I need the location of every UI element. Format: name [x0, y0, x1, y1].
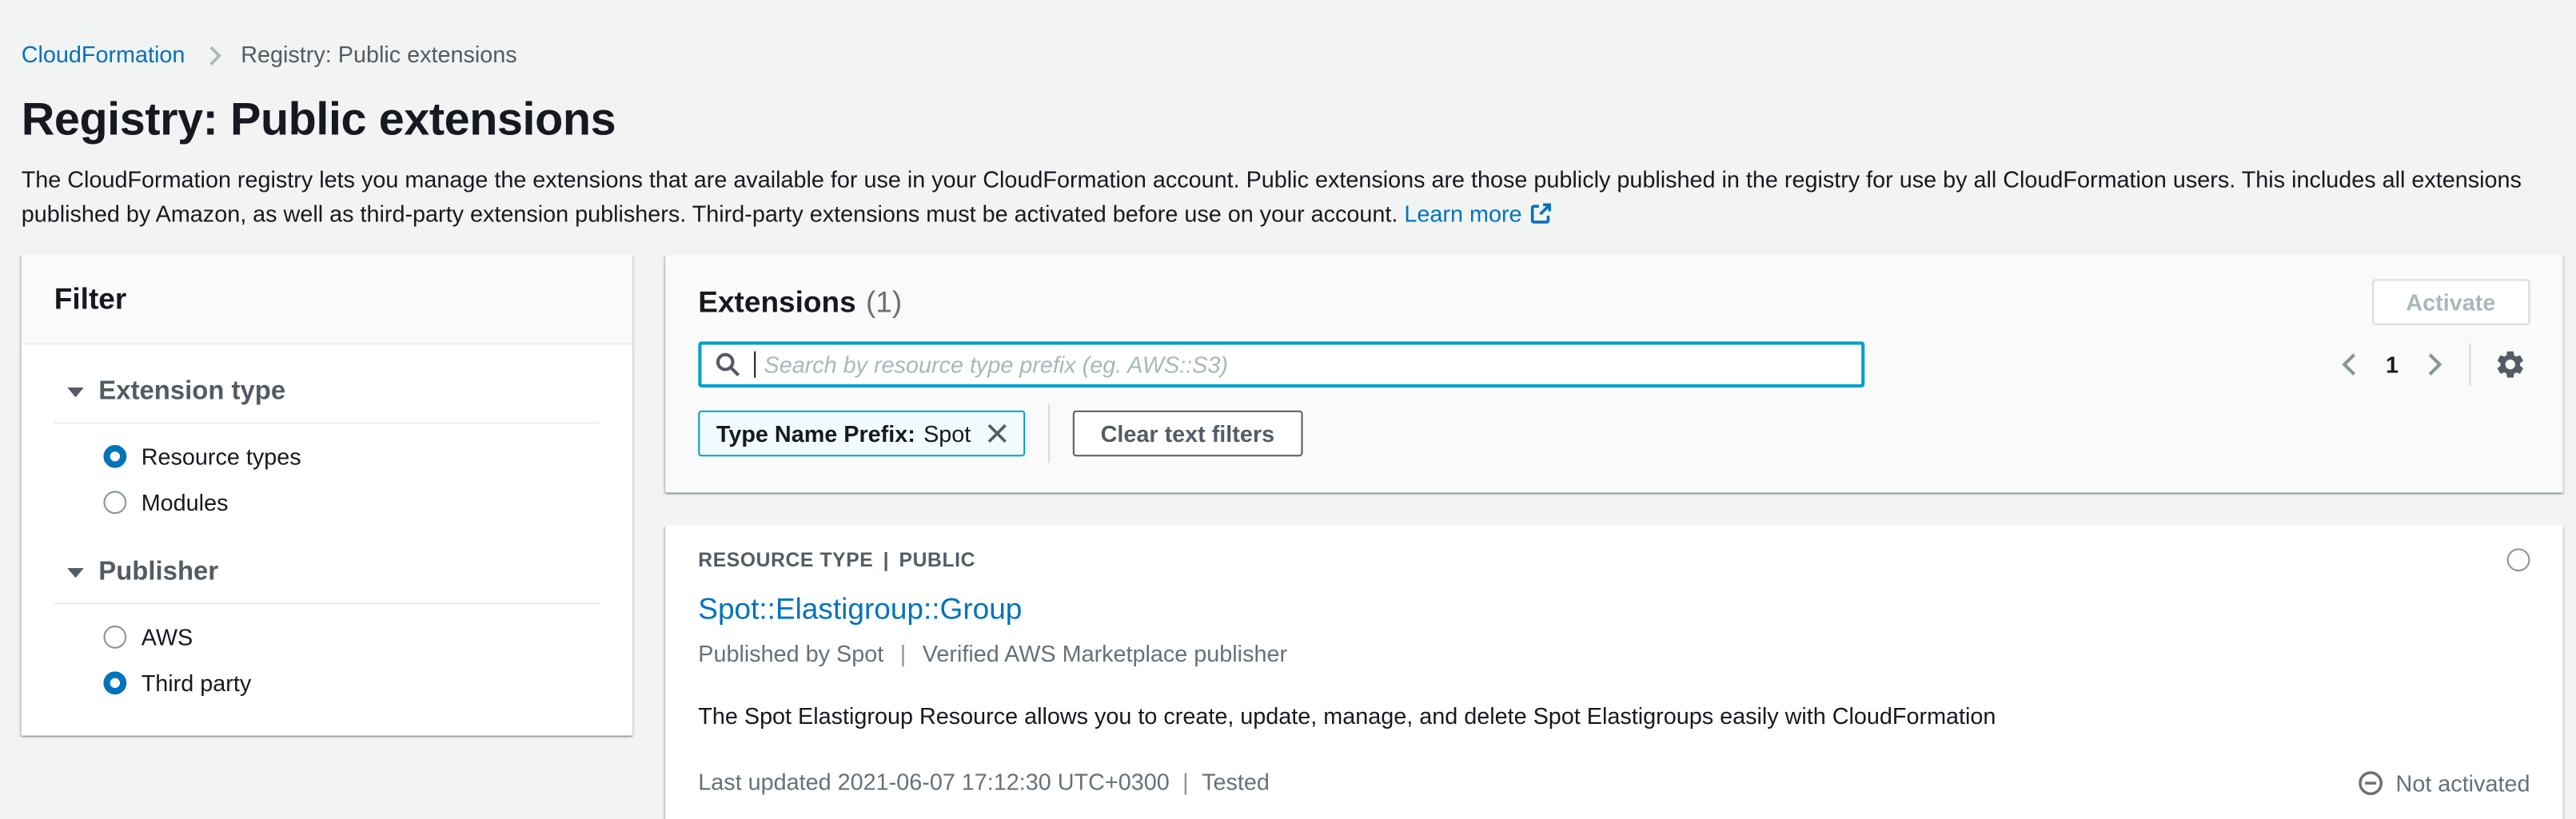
activate-button[interactable]: Activate — [2371, 279, 2530, 325]
tested-label: Tested — [1202, 769, 1270, 795]
clear-text-filters-button[interactable]: Clear text filters — [1073, 411, 1302, 457]
pagination-prev-button[interactable] — [2335, 348, 2367, 381]
divider — [2469, 343, 2470, 385]
extension-description: The Spot Elastigroup Resource allows you… — [698, 699, 2530, 732]
filter-section-publisher: Publisher AWS Third party — [54, 557, 600, 697]
learn-more-link[interactable]: Learn more — [1404, 201, 1553, 227]
separator: | — [1182, 769, 1188, 795]
breadcrumb: CloudFormation Registry: Public extensio… — [0, 0, 2576, 70]
page-title: Registry: Public extensions — [0, 92, 2576, 148]
pagination-current-page: 1 — [2386, 352, 2399, 378]
filter-section-label: Extension type — [98, 376, 285, 409]
filter-chip-value: Spot — [923, 420, 971, 447]
extension-card: RESOURCE TYPE|PUBLIC Spot::Elastigroup::… — [665, 526, 2562, 819]
extension-title-link[interactable]: Spot::Elastigroup::Group — [698, 591, 1022, 627]
divider — [54, 602, 600, 604]
radio-selected-icon — [103, 671, 126, 694]
filter-panel-title: Filter — [22, 255, 632, 345]
page-description: The CloudFormation registry lets you man… — [0, 162, 2576, 231]
search-box — [698, 341, 1864, 388]
not-activated-icon — [2358, 770, 2384, 797]
extension-category: RESOURCE TYPE|PUBLIC — [698, 548, 2530, 571]
settings-button[interactable] — [2490, 345, 2530, 384]
radio-label: AWS — [142, 624, 193, 650]
radio-option-modules[interactable]: Modules — [103, 489, 600, 515]
breadcrumb-current: Registry: Public extensions — [241, 38, 516, 70]
filter-panel: Filter Extension type Resource types Mod… — [22, 255, 632, 736]
separator: | — [900, 640, 906, 666]
separator: | — [883, 548, 890, 571]
radio-unselected-icon — [103, 491, 126, 514]
divider — [1048, 404, 1050, 463]
radio-option-aws[interactable]: AWS — [103, 624, 600, 650]
caret-down-icon — [67, 388, 84, 397]
chevron-left-icon — [2338, 352, 2364, 378]
external-link-icon — [1530, 202, 1553, 225]
extensions-count: (1) — [866, 286, 902, 319]
gear-icon — [2494, 348, 2526, 381]
extensions-main: Extensions(1) Activate 1 — [665, 255, 2562, 819]
radio-label: Resource types — [142, 443, 301, 470]
radio-unselected-icon — [103, 626, 126, 649]
status-not-activated: Not activated — [2358, 770, 2530, 797]
breadcrumb-link-cloudformation[interactable]: CloudFormation — [22, 38, 185, 70]
pagination: 1 — [2335, 343, 2530, 385]
divider — [54, 422, 600, 423]
radio-label: Modules — [142, 489, 229, 515]
content-area: Filter Extension type Resource types Mod… — [22, 255, 2563, 819]
status-text: Not activated — [2396, 770, 2530, 797]
extension-select-radio[interactable] — [2507, 548, 2530, 571]
filter-section-publisher-header[interactable]: Publisher — [54, 557, 600, 590]
cloudformation-registry-page: CloudFormation Registry: Public extensio… — [0, 0, 2576, 819]
chevron-right-icon — [2420, 352, 2446, 378]
filter-section-extension-type-header[interactable]: Extension type — [54, 376, 600, 409]
page-description-text: The CloudFormation registry lets you man… — [22, 166, 2522, 227]
filter-chip: Type Name Prefix: Spot — [698, 411, 1025, 457]
radio-option-third-party[interactable]: Third party — [103, 670, 600, 696]
extension-last-updated: Last updated 2021-06-07 17:12:30 UTC+030… — [698, 765, 2530, 798]
filter-section-extension-type: Extension type Resource types Modules — [54, 376, 600, 516]
extension-publisher-line: Published by Spot|Verified AWS Marketpla… — [698, 637, 2530, 670]
filter-panel-body: Extension type Resource types Modules — [22, 345, 632, 736]
extensions-title: Extensions(1) — [698, 282, 902, 321]
caret-down-icon — [67, 568, 84, 578]
chip-close-button[interactable] — [984, 420, 1011, 447]
breadcrumb-separator-icon — [201, 43, 225, 66]
filter-chip-label: Type Name Prefix: — [716, 420, 915, 447]
search-input[interactable] — [698, 341, 1864, 388]
pagination-next-button[interactable] — [2417, 348, 2450, 381]
filter-section-label: Publisher — [98, 557, 218, 590]
close-icon — [987, 423, 1007, 443]
radio-selected-icon — [103, 445, 126, 468]
radio-option-resource-types[interactable]: Resource types — [103, 443, 600, 470]
extensions-header-card: Extensions(1) Activate 1 — [665, 255, 2562, 493]
radio-label: Third party — [142, 670, 252, 696]
